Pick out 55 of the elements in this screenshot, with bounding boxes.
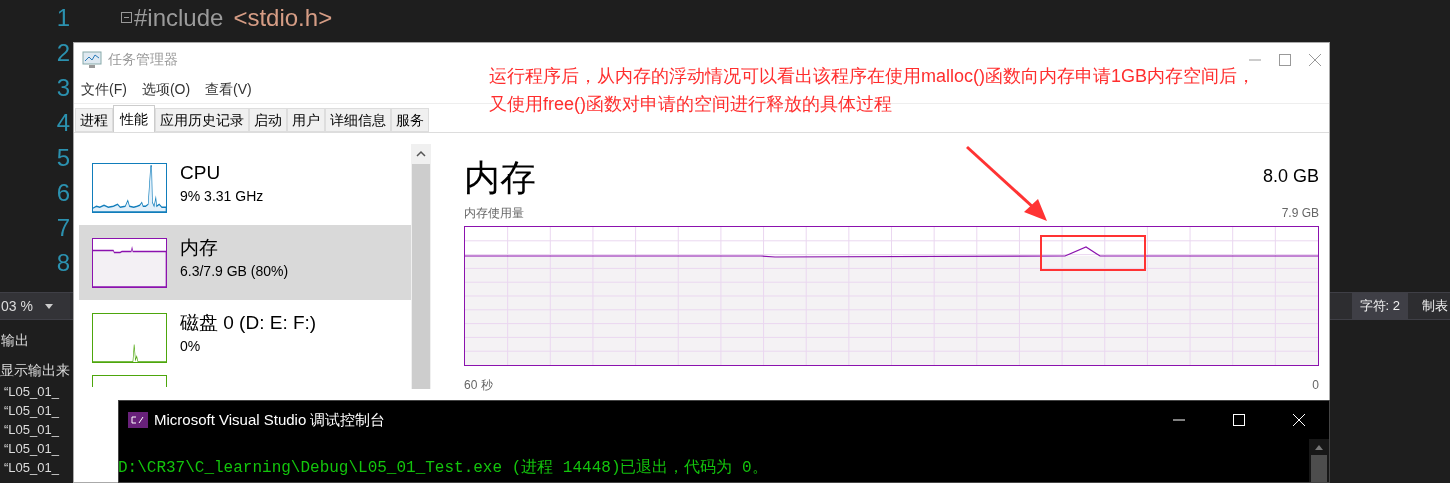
line-number: 6 xyxy=(55,180,71,205)
tab[interactable]: 服务 xyxy=(391,108,429,132)
line-number: 4 xyxy=(55,110,71,135)
tab[interactable]: 性能 xyxy=(113,105,155,132)
monitor-icon xyxy=(82,50,102,69)
line-number: 7 xyxy=(55,215,71,240)
menu-item[interactable]: 查看(V) xyxy=(205,79,252,100)
tab[interactable]: 启动 xyxy=(249,108,287,132)
tab[interactable]: 应用历史记录 xyxy=(155,108,249,132)
resource-name: 磁盘 0 (D: E: F:) xyxy=(180,311,317,335)
scrollbar-thumb[interactable] xyxy=(412,164,430,389)
console-scrollbar[interactable] xyxy=(1309,439,1329,482)
character-count: 字符: 2 xyxy=(1351,293,1408,319)
console-icon xyxy=(128,412,148,428)
collapse-icon[interactable] xyxy=(121,12,132,23)
line-number: 1 xyxy=(55,5,71,30)
scrollbar-thumb[interactable] xyxy=(1311,455,1327,482)
code-token: #include xyxy=(134,5,224,30)
output-line: “L05_01_ xyxy=(3,383,59,401)
line-number: 5 xyxy=(55,145,71,170)
time-axis-end: 0 xyxy=(1312,377,1319,394)
output-line: “L05_01_ xyxy=(3,440,59,458)
output-title: 输出 xyxy=(1,331,29,350)
resource-detail: 6.3/7.9 GB (80%) xyxy=(180,262,289,281)
resource-detail: 9% 3.31 GHz xyxy=(180,187,264,206)
tab[interactable]: 进程 xyxy=(75,108,113,132)
scrollbar[interactable] xyxy=(411,144,431,389)
console-title: Microsoft Visual Studio 调试控制台 xyxy=(154,409,386,430)
output-line: “L05_01_ xyxy=(3,421,59,439)
annotation-line: 运行程序后，从内存的浮动情况可以看出该程序在使用malloc()函数向内存申请1GB内存空间后， xyxy=(489,65,1256,88)
output-line: “L05_01_ xyxy=(3,459,59,477)
menu-item[interactable]: 文件(F) xyxy=(81,79,127,100)
total-memory: 8.0 GB xyxy=(1262,165,1319,188)
graph-label: 内存使用量 xyxy=(464,205,524,222)
tab[interactable]: 详细信息 xyxy=(325,108,391,132)
code-token: <stdio.h> xyxy=(233,5,333,30)
time-axis-start: 60 秒 xyxy=(464,377,493,394)
window-title: 任务管理器 xyxy=(108,50,178,69)
resource-detail: 0% xyxy=(180,337,202,356)
page-title: 内存 xyxy=(464,156,536,200)
annotation-line: 又使用free()函数对申请的空间进行释放的具体过程 xyxy=(489,93,893,116)
line-number: 3 xyxy=(55,75,71,100)
resource-name: CPU xyxy=(180,161,222,185)
tab[interactable]: 用户 xyxy=(287,108,325,132)
caret-icon[interactable] xyxy=(44,303,53,309)
line-number: 2 xyxy=(55,40,71,65)
console-output-line: D:\CR37\C_learning\Debug\L05_01_Test.exe (进程 14448)已退出，代码为 0。 xyxy=(118,458,769,478)
output-source-label: 显示输出来 xyxy=(0,361,70,380)
sidebar-item[interactable]: 内存 6.3/7.9 GB (80%) xyxy=(79,225,411,300)
resource-name: 内存 xyxy=(180,236,219,260)
menu-item[interactable]: 选项(O) xyxy=(141,79,191,100)
graph-max-label: 7.9 GB xyxy=(1281,205,1319,222)
output-line: “L05_01_ xyxy=(3,402,59,420)
tab-mode: 制表 xyxy=(1421,297,1449,316)
line-number: 8 xyxy=(55,250,71,275)
